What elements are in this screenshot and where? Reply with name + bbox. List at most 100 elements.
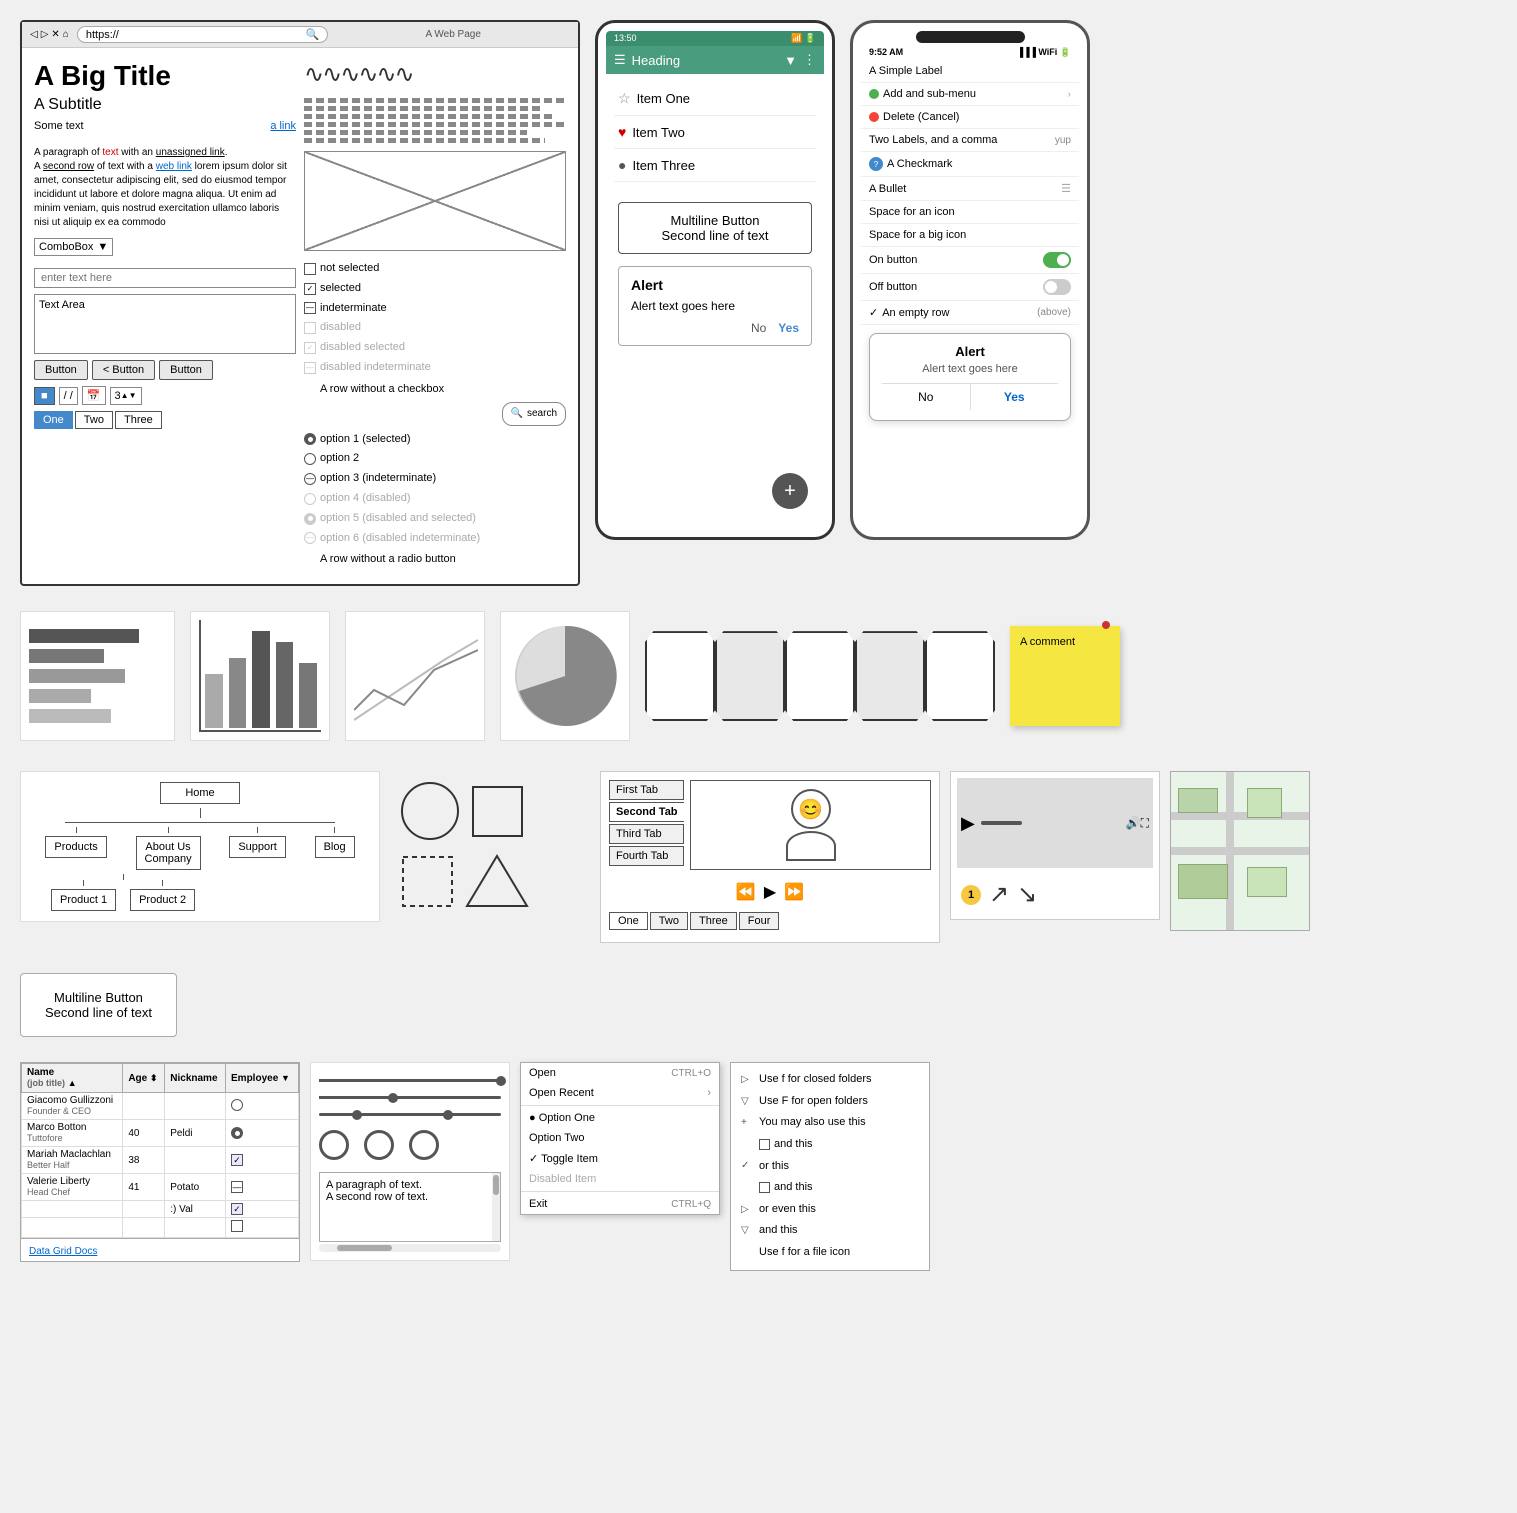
map-box	[1170, 771, 1310, 931]
range-slider-thumb-right[interactable]	[443, 1110, 453, 1120]
col-name[interactable]: Name(job title) ▲	[22, 1064, 123, 1093]
td-emp-1[interactable]	[226, 1093, 299, 1120]
android-alert-no-btn[interactable]: No	[751, 321, 766, 335]
button-3[interactable]: Button	[159, 360, 213, 380]
slider-2-thumb[interactable]	[388, 1093, 398, 1103]
date-input[interactable]: / /	[59, 387, 78, 405]
person-head: 😊	[791, 789, 831, 829]
video-play-icon[interactable]: ▶	[961, 813, 975, 834]
forward-icon[interactable]: ▷	[41, 29, 49, 40]
url-text[interactable]: https://	[86, 29, 302, 41]
multiline-btn-large[interactable]: Multiline Button Second line of text	[20, 973, 177, 1037]
ios-status-bar: 9:52 AM ▐▐▐ WiFi 🔋	[861, 45, 1079, 60]
menu-item-toggle[interactable]: ✓ Toggle Item	[521, 1148, 719, 1169]
data-grid-docs-link[interactable]: Data Grid Docs	[29, 1246, 97, 1257]
button-1[interactable]: Button	[34, 360, 88, 380]
col-employee[interactable]: Employee ▼	[226, 1064, 299, 1093]
web-link[interactable]: web link	[156, 161, 192, 172]
android-multiline-btn[interactable]: Multiline Button Second line of text	[618, 202, 812, 254]
radio-selected[interactable]	[304, 433, 316, 445]
web-tab-two[interactable]: Two	[75, 411, 113, 429]
menu-item-open-recent[interactable]: Open Recent ›	[521, 1083, 719, 1103]
calendar-input[interactable]: 📅	[82, 386, 106, 405]
web-tab-three[interactable]: Three	[115, 411, 162, 429]
td-emp-3[interactable]: ✓	[226, 1147, 299, 1174]
video-volume-icon[interactable]: 🔊	[1126, 816, 1141, 830]
android-item-2[interactable]: ♥ Item Two	[614, 116, 816, 149]
cb-label-1: not selected	[320, 259, 379, 279]
slider-1-thumb[interactable]	[496, 1076, 506, 1086]
hamburger-icon[interactable]: ☰	[614, 52, 626, 68]
tab-second[interactable]: Second Tab	[609, 802, 684, 822]
menu-item-open[interactable]: Open CTRL+O	[521, 1063, 719, 1083]
td-emp-2[interactable]	[226, 1120, 299, 1147]
android-item-3[interactable]: ● Item Three	[614, 149, 816, 182]
web-content: A Big Title A Subtitle Some text a link …	[22, 48, 578, 584]
file-cb-4[interactable]	[759, 1139, 770, 1150]
rewind-btn[interactable]: ⏪	[736, 882, 756, 902]
htab-one[interactable]: One	[609, 912, 648, 930]
android-alert-yes-btn[interactable]: Yes	[778, 321, 799, 335]
ios-row-add-submenu[interactable]: Add and sub-menu ›	[861, 83, 1079, 106]
knob-2[interactable]	[364, 1130, 394, 1160]
htab-four[interactable]: Four	[739, 912, 780, 930]
checkbox-checked[interactable]: ✓	[304, 283, 316, 295]
sticky-pin	[1102, 621, 1110, 629]
toolbar-more-icon[interactable]: ⋮	[803, 52, 816, 68]
search-box[interactable]: 🔍 search	[502, 402, 566, 426]
menu-item-exit[interactable]: Exit CTRL+Q	[521, 1194, 719, 1214]
htab-two[interactable]: Two	[650, 912, 688, 930]
td-emp-5[interactable]: ✓	[226, 1201, 299, 1218]
combo-label: ComboBox	[39, 241, 93, 253]
ios-alert-no-btn[interactable]: No	[882, 384, 971, 410]
back-icon[interactable]: ◁	[30, 29, 38, 40]
checkbox-empty[interactable]	[304, 263, 316, 275]
video-progress-bar[interactable]	[981, 821, 1120, 825]
android-alert-title: Alert	[631, 277, 799, 293]
play-btn[interactable]: ▶	[764, 882, 776, 902]
scrollbar-thumb[interactable]	[493, 1175, 499, 1195]
ios-alert-yes-btn[interactable]: Yes	[971, 384, 1059, 410]
toolbar-dropdown-icon[interactable]: ▼	[784, 53, 797, 68]
htab-three[interactable]: Three	[690, 912, 737, 930]
a-link[interactable]: a link	[270, 120, 296, 140]
spinner[interactable]: 3 ▲▼	[110, 387, 142, 405]
knob-1[interactable]	[319, 1130, 349, 1160]
ios-row-checkmark[interactable]: ? A Checkmark	[861, 152, 1079, 177]
tab-first[interactable]: First Tab	[609, 780, 684, 800]
button-2[interactable]: < Button	[92, 360, 155, 380]
video-fullscreen-icon[interactable]: ⛶	[1141, 816, 1149, 831]
ios-toggle-off[interactable]	[1043, 279, 1071, 295]
close-icon[interactable]: ✕	[51, 29, 59, 40]
tab-fourth[interactable]: Fourth Tab	[609, 846, 684, 866]
combo-box[interactable]: ComboBox ▼	[34, 238, 113, 256]
td-emp-4[interactable]: —	[226, 1174, 299, 1201]
text-input[interactable]	[34, 268, 296, 288]
checkbox-indeterminate[interactable]: —	[304, 302, 316, 314]
file-cb-6[interactable]	[759, 1182, 770, 1193]
col-age[interactable]: Age ⬍	[123, 1064, 165, 1093]
tab-third[interactable]: Third Tab	[609, 824, 684, 844]
menu-item-option1[interactable]: ● Option One	[521, 1108, 719, 1128]
android-item-1[interactable]: ☆ Item One	[614, 82, 816, 116]
radio-empty[interactable]	[304, 453, 316, 465]
color-button[interactable]: ■	[34, 387, 55, 405]
h-scrollbar-thumb[interactable]	[337, 1245, 392, 1251]
home-icon[interactable]: ⌂	[63, 29, 69, 40]
ios-row-delete[interactable]: Delete (Cancel)	[861, 106, 1079, 129]
ios-toggle-on[interactable]	[1043, 252, 1071, 268]
web-tab-one[interactable]: One	[34, 411, 73, 429]
textarea[interactable]: Text Area	[34, 294, 296, 354]
td-emp-6[interactable]	[226, 1218, 299, 1238]
fab-button[interactable]: +	[772, 473, 808, 509]
ios-alert-title: Alert	[882, 344, 1058, 359]
menu-item-option2[interactable]: Option Two	[521, 1128, 719, 1148]
radio-indeterminate[interactable]: —	[304, 473, 316, 485]
unassigned-link[interactable]: unassigned link	[156, 147, 225, 158]
knob-3[interactable]	[409, 1130, 439, 1160]
table-row: Giacomo GullizzoniFounder & CEO	[22, 1093, 299, 1120]
ios-list: A Simple Label Add and sub-menu › Delete…	[861, 60, 1079, 325]
range-slider-thumb-left[interactable]	[352, 1110, 362, 1120]
ios-red-dot-delete	[869, 112, 879, 122]
forward-btn[interactable]: ⏩	[784, 882, 804, 902]
